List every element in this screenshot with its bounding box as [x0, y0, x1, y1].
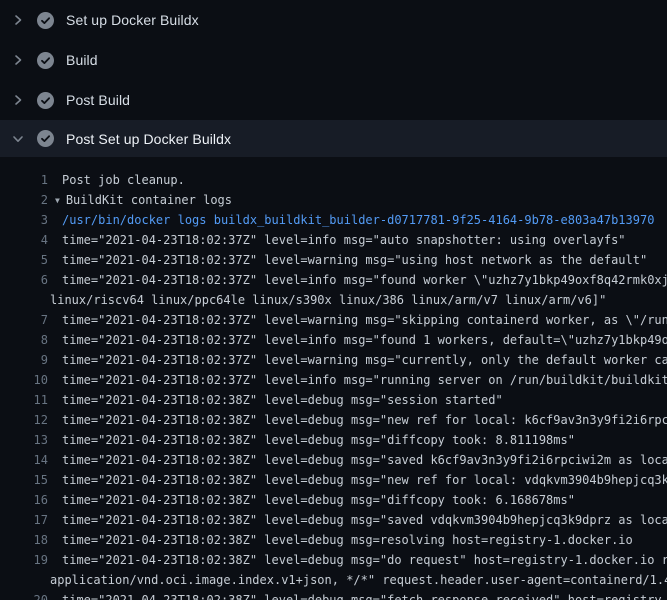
step-title: Post Set up Docker Buildx [66, 131, 231, 147]
step-title: Build [66, 52, 98, 68]
log-line-text: ▼time="2021-04-23T18:02:38Z" level=debug… [62, 590, 667, 600]
check-circle-icon [37, 52, 54, 69]
step-header-build[interactable]: Build [0, 40, 667, 80]
log-line-text[interactable]: ▼BuildKit container logs [55, 190, 232, 210]
log-line-text: ▼Post job cleanup. [62, 170, 185, 190]
log-line-text: ▼time="2021-04-23T18:02:38Z" level=debug… [62, 430, 575, 450]
log-line-text: ▼time="2021-04-23T18:02:37Z" level=warni… [62, 250, 647, 270]
log-line-number [0, 570, 48, 590]
log-line-text: ▼time="2021-04-23T18:02:37Z" level=warni… [62, 310, 667, 330]
step-title: Post Build [66, 92, 130, 108]
log-line-number[interactable]: 13 [0, 430, 48, 450]
log-line-number[interactable]: 10 [0, 370, 48, 390]
log-line: 8 ▼time="2021-04-23T18:02:37Z" level=inf… [0, 330, 667, 350]
log-line: 12 ▼time="2021-04-23T18:02:38Z" level=de… [0, 410, 667, 430]
chevron-right-icon [12, 94, 24, 106]
log-line: 6 ▼time="2021-04-23T18:02:37Z" level=inf… [0, 270, 667, 290]
log-line-number [0, 290, 48, 310]
log-area: 1 ▼Post job cleanup. 2 ▼BuildKit contain… [0, 157, 667, 600]
log-line: 9 ▼time="2021-04-23T18:02:37Z" level=war… [0, 350, 667, 370]
log-line-text: ▼time="2021-04-23T18:02:37Z" level=info … [62, 330, 667, 350]
log-line-number[interactable]: 9 [0, 350, 48, 370]
log-line: 4 ▼time="2021-04-23T18:02:37Z" level=inf… [0, 230, 667, 250]
log-line-number[interactable]: 12 [0, 410, 48, 430]
log-line-text: ▼time="2021-04-23T18:02:38Z" level=debug… [62, 410, 667, 430]
chevron-down-icon [12, 133, 24, 145]
check-circle-icon [37, 130, 54, 147]
log-line: 17 ▼time="2021-04-23T18:02:38Z" level=de… [0, 510, 667, 530]
log-line-text: ▼time="2021-04-23T18:02:37Z" level=info … [62, 270, 667, 290]
log-line-number[interactable]: 20 [0, 590, 48, 600]
log-line: 15 ▼time="2021-04-23T18:02:38Z" level=de… [0, 470, 667, 490]
actions-log-viewer: Set up Docker Buildx Build Post Bu [0, 0, 667, 600]
log-line-number[interactable]: 6 [0, 270, 48, 290]
log-line: 1 ▼Post job cleanup. [0, 170, 667, 190]
log-line: 7 ▼time="2021-04-23T18:02:37Z" level=war… [0, 310, 667, 330]
step-header-post-set-up-docker-buildx[interactable]: Post Set up Docker Buildx [0, 120, 667, 157]
log-line-text: ▼linux/riscv64 linux/ppc64le linux/s390x… [50, 290, 606, 310]
log-line-text: ▼time="2021-04-23T18:02:38Z" level=debug… [62, 450, 667, 470]
log-line-text: ▼time="2021-04-23T18:02:38Z" level=debug… [62, 530, 633, 550]
check-circle-icon [37, 12, 54, 29]
log-line-number[interactable]: 3 [0, 210, 48, 230]
log-line-text: ▼time="2021-04-23T18:02:38Z" level=debug… [62, 550, 667, 570]
log-line-number[interactable]: 2 [0, 190, 48, 210]
check-circle-icon [37, 92, 54, 109]
log-line: ▼linux/riscv64 linux/ppc64le linux/s390x… [0, 290, 667, 310]
log-line-number[interactable]: 11 [0, 390, 48, 410]
log-line-number[interactable]: 14 [0, 450, 48, 470]
log-line: 10 ▼time="2021-04-23T18:02:37Z" level=in… [0, 370, 667, 390]
log-line-number[interactable]: 15 [0, 470, 48, 490]
log-line-number[interactable]: 1 [0, 170, 48, 190]
log-line: 13 ▼time="2021-04-23T18:02:38Z" level=de… [0, 430, 667, 450]
chevron-right-icon [12, 54, 24, 66]
log-line: ▼application/vnd.oci.image.index.v1+json… [0, 570, 667, 590]
log-line-number[interactable]: 7 [0, 310, 48, 330]
log-line-text: ▼time="2021-04-23T18:02:37Z" level=info … [62, 230, 626, 250]
log-line-text: ▼time="2021-04-23T18:02:38Z" level=debug… [62, 390, 503, 410]
log-line: 11 ▼time="2021-04-23T18:02:38Z" level=de… [0, 390, 667, 410]
step-title: Set up Docker Buildx [66, 12, 199, 28]
log-line-text: ▼/usr/bin/docker logs buildx_buildkit_bu… [62, 210, 654, 230]
log-group-header: 2 ▼BuildKit container logs [0, 190, 667, 210]
log-line: 16 ▼time="2021-04-23T18:02:38Z" level=de… [0, 490, 667, 510]
log-line-text: ▼time="2021-04-23T18:02:37Z" level=warni… [62, 350, 667, 370]
step-header-post-build[interactable]: Post Build [0, 80, 667, 120]
log-line-text: ▼time="2021-04-23T18:02:38Z" level=debug… [62, 510, 667, 530]
log-line-text: ▼time="2021-04-23T18:02:38Z" level=debug… [62, 490, 575, 510]
collapse-triangle-icon: ▼ [55, 196, 60, 205]
log-line-number[interactable]: 16 [0, 490, 48, 510]
log-line-number[interactable]: 18 [0, 530, 48, 550]
log-line-text: ▼time="2021-04-23T18:02:37Z" level=info … [62, 370, 667, 390]
step-header-set-up-docker-buildx[interactable]: Set up Docker Buildx [0, 0, 667, 40]
log-line: 5 ▼time="2021-04-23T18:02:37Z" level=war… [0, 250, 667, 270]
log-line: 20 ▼time="2021-04-23T18:02:38Z" level=de… [0, 590, 667, 600]
log-line-text: ▼time="2021-04-23T18:02:38Z" level=debug… [62, 470, 667, 490]
log-command-line: 3 ▼/usr/bin/docker logs buildx_buildkit_… [0, 210, 667, 230]
log-line-number[interactable]: 8 [0, 330, 48, 350]
log-line: 19 ▼time="2021-04-23T18:02:38Z" level=de… [0, 550, 667, 570]
log-line-number[interactable]: 4 [0, 230, 48, 250]
log-line-number[interactable]: 5 [0, 250, 48, 270]
log-line: 18 ▼time="2021-04-23T18:02:38Z" level=de… [0, 530, 667, 550]
log-line-number[interactable]: 19 [0, 550, 48, 570]
log-line-text: ▼application/vnd.oci.image.index.v1+json… [50, 570, 667, 590]
log-line: 14 ▼time="2021-04-23T18:02:38Z" level=de… [0, 450, 667, 470]
chevron-right-icon [12, 14, 24, 26]
steps-list: Set up Docker Buildx Build Post Bu [0, 0, 667, 157]
log-line-number[interactable]: 17 [0, 510, 48, 530]
